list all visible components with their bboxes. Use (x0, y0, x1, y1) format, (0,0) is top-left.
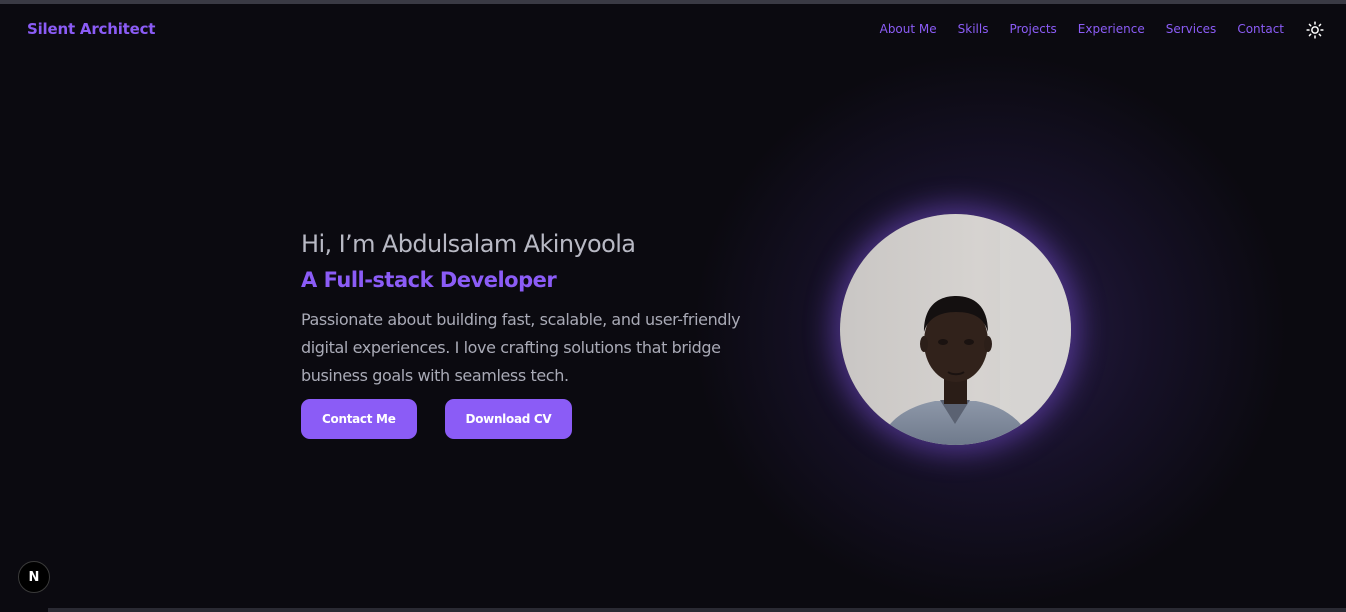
nav-about-me[interactable]: About Me (880, 22, 937, 36)
bottom-border (48, 608, 1346, 612)
next-dev-indicator-button[interactable]: N (18, 561, 50, 593)
theme-toggle-button[interactable] (1305, 20, 1325, 40)
nav-skills[interactable]: Skills (958, 22, 989, 36)
download-cv-button[interactable]: Download CV (444, 399, 573, 439)
hero-greeting: Hi, I’m Abdulsalam Akinyoola (301, 230, 636, 258)
nav-contact[interactable]: Contact (1237, 22, 1284, 36)
page: Silent Architect About Me Skills Project… (0, 0, 1346, 612)
profile-portrait-illustration (840, 214, 1071, 445)
hero-section: Hi, I’m Abdulsalam Akinyoola A Full-stac… (301, 228, 781, 390)
profile-photo (840, 214, 1071, 445)
nav-experience[interactable]: Experience (1078, 22, 1145, 36)
top-border (0, 0, 1346, 4)
hero-description: Passionate about building fast, scalable… (301, 310, 741, 385)
brand-logo[interactable]: Silent Architect (27, 20, 155, 38)
hero-actions: Contact Me Download CV (301, 399, 573, 439)
nav-services[interactable]: Services (1166, 22, 1217, 36)
nav-projects[interactable]: Projects (1009, 22, 1056, 36)
hero-role: A Full-stack Developer (301, 268, 557, 292)
main-nav: About Me Skills Projects Experience Serv… (880, 22, 1284, 36)
sun-icon (1306, 21, 1324, 39)
contact-me-button[interactable]: Contact Me (301, 399, 417, 439)
